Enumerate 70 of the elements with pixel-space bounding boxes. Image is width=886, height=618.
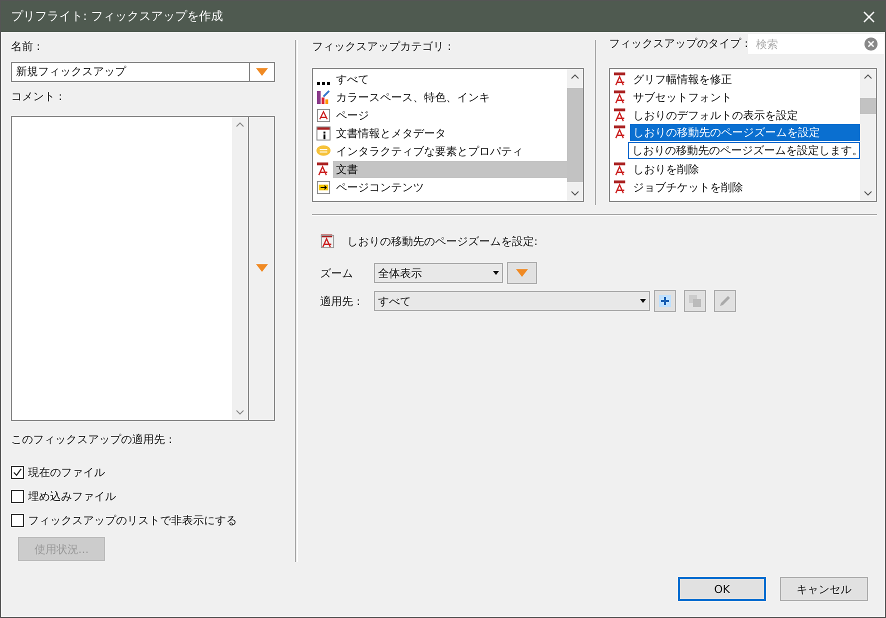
category-item[interactable]: ページコンテンツ [333,178,567,196]
target-label: 適用先 : [320,294,362,308]
target-dropdown[interactable]: すべて [374,291,650,311]
chevron-down-icon[interactable] [864,191,872,196]
arrow-page-icon [316,180,331,194]
search-field[interactable]: 検索 [748,34,884,54]
pencil-icon [718,294,732,308]
pdf-icon [613,162,628,176]
pdf-icon [613,90,628,104]
edit-button[interactable] [714,290,736,312]
apply-to-label: このフィックスアップの適用先 : [11,433,174,447]
checkbox[interactable] [11,514,24,527]
category-item[interactable]: すべて [333,70,567,88]
type-item[interactable]: サブセットフォント [630,88,860,106]
caret-icon [640,299,646,303]
cancel-button[interactable]: キャンセル [780,577,868,601]
clear-icon[interactable] [864,37,878,51]
checkbox-label: フィックスアップのリストで非表示にする [28,513,237,528]
category-item[interactable]: カラースペース、特色、インキ [333,88,567,106]
chevron-up-icon[interactable] [571,74,579,79]
type-label: フィックスアップのタイプ : [609,37,748,51]
type-item[interactable]: しおりの移動先のページズームを設定 [630,124,860,141]
checkbox[interactable] [11,466,24,479]
scrollbar[interactable] [567,69,583,201]
zoom-label: ズーム [320,266,354,280]
name-combo[interactable]: 新規フィックスアップ [11,62,275,82]
category-item[interactable]: ページ [333,106,567,124]
fixup-heading: しおりの移動先のページズームを設定: [347,234,538,249]
scrollbar[interactable] [860,69,876,201]
category-item[interactable]: 文書情報とメタデータ [333,124,567,142]
type-item[interactable]: グリフ幅情報を修正 [630,70,860,88]
chevron-up-icon[interactable] [864,74,872,79]
add-button[interactable] [654,290,676,312]
checkbox[interactable] [11,490,24,503]
plus-icon [658,294,672,308]
window-title: プリフライト: フィックスアップを作成 [11,8,223,25]
duplicate-button[interactable] [684,290,706,312]
pdf-icon [613,108,628,122]
pdf-page-icon [316,108,331,122]
category-label: フィックスアップカテゴリ : [312,40,452,54]
scroll-thumb[interactable] [567,88,583,182]
pdf-page-icon [320,234,335,249]
type-item[interactable]: しおりのデフォルトの表示を設定 [630,106,860,124]
name-label: 名前 : [11,40,42,54]
dropdown-arrow-icon [516,269,528,277]
checkbox-label: 埋め込みファイル [28,489,116,504]
category-item[interactable]: インタラクティブな要素とプロパティ [333,142,567,160]
copy-icon [688,294,702,308]
type-item[interactable]: ジョブチケットを削除 [630,178,860,196]
close-icon[interactable] [863,10,875,22]
pdf-icon [316,162,331,176]
tooltip: しおりの移動先のページズームを設定します。 [628,142,860,159]
zoom-dropdown[interactable]: 全体表示 [374,263,503,283]
type-item[interactable]: しおりを削除 [630,160,860,178]
dots-icon [317,82,330,84]
comment-label: コメント : [11,90,64,104]
pdf-icon [613,180,628,194]
info-document-icon [316,126,331,140]
category-item[interactable]: 文書 [333,160,567,178]
pdf-icon [613,72,628,86]
palette-icon [316,90,331,104]
comment-bubble-icon [316,144,331,158]
dropdown-arrow-icon [256,68,268,76]
checkbox-label: 現在のファイル [28,465,105,480]
chevron-down-icon[interactable] [571,191,579,196]
ok-button[interactable]: OK [678,577,766,601]
dropdown-button[interactable] [507,262,537,284]
scroll-thumb[interactable] [860,98,876,114]
pdf-icon [613,125,628,140]
caret-icon [493,271,499,275]
